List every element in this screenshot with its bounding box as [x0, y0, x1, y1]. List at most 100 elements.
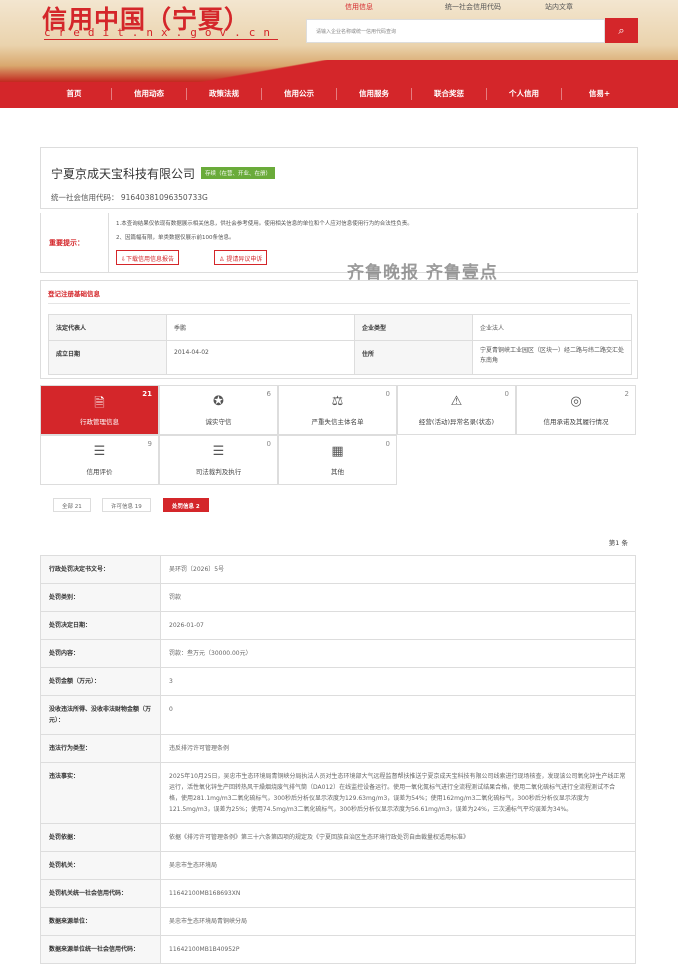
- table-row: 数据来源单位统一社会信用代码： 11642100MB1B40952P: [40, 935, 636, 964]
- notice-label: 重要提示：: [41, 213, 109, 272]
- search-button[interactable]: ⌕: [605, 18, 638, 43]
- tile-credit-eval[interactable]: 9 ☰ 信用评价: [40, 435, 159, 485]
- value: 宁夏青铜峡工业园区（区块一）经二路与纬二路交汇处东南角: [472, 340, 632, 375]
- table-row: 处罚机关统一社会信用代码： 11642100MB168693XN: [40, 879, 636, 908]
- record-index: 第1 条: [608, 539, 628, 547]
- nav-home[interactable]: 首页: [37, 88, 112, 100]
- field-value: 吴忠市生态环境局青铜峡分局: [160, 907, 636, 936]
- table-row: 处罚类别： 罚款: [40, 583, 636, 612]
- credit-code-label: 统一社会信用代码：: [51, 193, 119, 202]
- status-badge: 存续（在营、开业、在册）: [201, 167, 276, 179]
- value: 企业法人: [472, 314, 632, 341]
- label: 企业类型: [354, 314, 473, 341]
- nav-credit-news[interactable]: 信用动态: [112, 88, 187, 100]
- search-icon: ⌕: [618, 24, 625, 37]
- count: 9: [147, 440, 152, 448]
- filter-license[interactable]: 许可信息 19: [102, 498, 151, 512]
- label: 诚实守信: [205, 418, 232, 426]
- label: 信用评价: [86, 468, 113, 476]
- label: 信用承诺及其履行情况: [543, 418, 609, 426]
- search-tab-articles[interactable]: 站内文章: [545, 2, 645, 12]
- main-nav: 首页 信用动态 政策法规 信用公示 信用服务 联合奖惩 个人信用 信易+: [0, 82, 678, 108]
- field-value: 11642100MB168693XN: [160, 879, 636, 908]
- section-title[interactable]: 登记注册基础信息: [48, 288, 100, 304]
- field-value: 吴忠市生态环境局: [160, 851, 636, 880]
- table-row: 处罚内容： 罚款：叁万元（30000.00元）: [40, 639, 636, 668]
- field-label: 处罚机关：: [40, 851, 161, 880]
- field-label: 没收违法所得、没收非法财物金额（万元）：: [40, 695, 161, 735]
- field-label: 数据来源单位统一社会信用代码：: [40, 935, 161, 964]
- count: 6: [266, 390, 271, 398]
- count: 0: [385, 440, 390, 448]
- table-row: 处罚依据： 依据《排污许可管理条例》第三十六条第四项的规定及《宁夏回族自治区生态环…: [40, 823, 636, 852]
- filter-all[interactable]: 全部 21: [53, 498, 91, 512]
- company-name-text: 宁夏京成天宝科技有限公司: [51, 167, 196, 181]
- company-name: 宁夏京成天宝科技有限公司 存续（在营、开业、在册）: [51, 165, 276, 182]
- nav-credit-public[interactable]: 信用公示: [262, 88, 337, 100]
- field-label: 数据来源单位：: [40, 907, 161, 936]
- penalty-detail-table: 行政处罚决定书文号： 吴环罚〔2026〕5号 处罚类别： 罚款 处罚决定日期： 2026-…: [40, 555, 636, 964]
- field-label: 处罚依据：: [40, 823, 161, 852]
- filter-penalty[interactable]: 处罚信息 2: [163, 498, 209, 512]
- divider: [48, 303, 630, 304]
- tile-abnormal[interactable]: 0 ⚠ 经营(活动)异常名录(状态): [397, 385, 516, 435]
- field-value: 3: [160, 667, 636, 696]
- table-row: 成立日期 2014-04-02 住所 宁夏青铜峡工业园区（区块一）经二路与纬二路交汇处…: [48, 340, 632, 375]
- count: 2: [624, 390, 629, 398]
- field-label: 处罚金额（万元）：: [40, 667, 161, 696]
- tile-judicial[interactable]: 0 ☰ 司法裁判及执行: [159, 435, 278, 485]
- table-row: 行政处罚决定书文号： 吴环罚〔2026〕5号: [40, 555, 636, 584]
- nav-joint-reward[interactable]: 联合奖惩: [412, 88, 487, 100]
- person-list-icon: ☰: [93, 444, 106, 459]
- tile-honesty[interactable]: 6 ✪ 诚实守信: [159, 385, 278, 435]
- field-label: 违法行为类型：: [40, 734, 161, 763]
- objection-button[interactable]: ♙ 提请异议申诉: [214, 250, 268, 265]
- target-icon: ◎: [570, 394, 582, 409]
- label: 住所: [354, 340, 473, 375]
- field-label: 处罚类别：: [40, 583, 161, 612]
- tile-admin-info[interactable]: 21 🗎 行政管理信息: [40, 385, 159, 435]
- search-tab-credit-info[interactable]: 信用信息: [345, 2, 445, 12]
- medal-icon: ✪: [213, 394, 224, 409]
- basic-info-section: 登记注册基础信息 法定代表人 季鹏 企业类型 企业法人 成立日期 2014-04-02 住…: [40, 280, 638, 379]
- field-value: 罚款：叁万元（30000.00元）: [160, 639, 636, 668]
- download-report-button[interactable]: ⇩下载信用信息报告: [116, 250, 180, 265]
- field-value: 依据《排污许可管理条例》第三十六条第四项的规定及《宁夏回族自治区生态环境行政处罚…: [160, 823, 636, 852]
- search-input[interactable]: 请输入企业名称或统一信用代码查询: [306, 19, 605, 43]
- nav-personal-credit[interactable]: 个人信用: [487, 88, 562, 100]
- count: 0: [504, 390, 509, 398]
- label: 严重失信主体名单: [311, 418, 364, 426]
- field-value: 11642100MB1B40952P: [160, 935, 636, 964]
- search-tab-credit-code[interactable]: 统一社会信用代码: [445, 2, 545, 12]
- header-banner: 信用中国（宁夏） credit.nx.gov.cn 信用信息 统一社会信用代码 …: [0, 0, 678, 82]
- tile-commitment[interactable]: 2 ◎ 信用承诺及其履行情况: [516, 385, 636, 435]
- basic-info-table: 法定代表人 季鹏 企业类型 企业法人 成立日期 2014-04-02 住所 宁夏青铜峡工业园…: [48, 314, 632, 375]
- label: 司法裁判及执行: [195, 468, 242, 476]
- label: 法定代表人: [48, 314, 167, 341]
- field-label: 违法事实：: [40, 762, 161, 824]
- count: 0: [266, 440, 271, 448]
- nav-policy[interactable]: 政策法规: [187, 88, 262, 100]
- nav-xinyi-plus[interactable]: 信易+: [562, 88, 637, 100]
- nav-credit-service[interactable]: 信用服务: [337, 88, 412, 100]
- label: 其他: [331, 468, 344, 476]
- category-tiles: 21 🗎 行政管理信息 6 ✪ 诚实守信 0 ⚖ 严重失信主体名单 0 ⚠ 经营(活动)异常名录…: [40, 385, 636, 486]
- field-label: 行政处罚决定书文号：: [40, 555, 161, 584]
- field-value: 2025年10月25日，吴忠市生态环境局青铜峡分局执法人员对生态环境部大气远程监…: [160, 762, 636, 824]
- gavel-icon: ⚖: [331, 394, 344, 409]
- tile-blacklist[interactable]: 0 ⚖ 严重失信主体名单: [278, 385, 397, 435]
- table-row: 处罚机关： 吴忠市生态环境局: [40, 851, 636, 880]
- field-label: 处罚决定日期：: [40, 611, 161, 640]
- field-label: 处罚机关统一社会信用代码：: [40, 879, 161, 908]
- objection-label: 提请异议申诉: [226, 256, 263, 263]
- value: 2014-04-02: [166, 340, 355, 375]
- table-row: 没收违法所得、没收非法财物金额（万元）： 0: [40, 695, 636, 735]
- table-row: 处罚金额（万元）： 3: [40, 667, 636, 696]
- company-card: 宁夏京成天宝科技有限公司 存续（在营、开业、在册） 统一社会信用代码： 91640…: [40, 147, 638, 209]
- table-row: 处罚决定日期： 2026-01-07: [40, 611, 636, 640]
- label: 经营(活动)异常名录(状态): [418, 418, 495, 426]
- count: 21: [142, 390, 152, 398]
- file-grid-icon: ▦: [331, 444, 344, 459]
- tile-other[interactable]: 0 ▦ 其他: [278, 435, 397, 485]
- notice-line-1: 1.本查询结果仅依现有数据展示相关信息，供社会参考使用。使用相关信息的单位和个人…: [116, 221, 413, 227]
